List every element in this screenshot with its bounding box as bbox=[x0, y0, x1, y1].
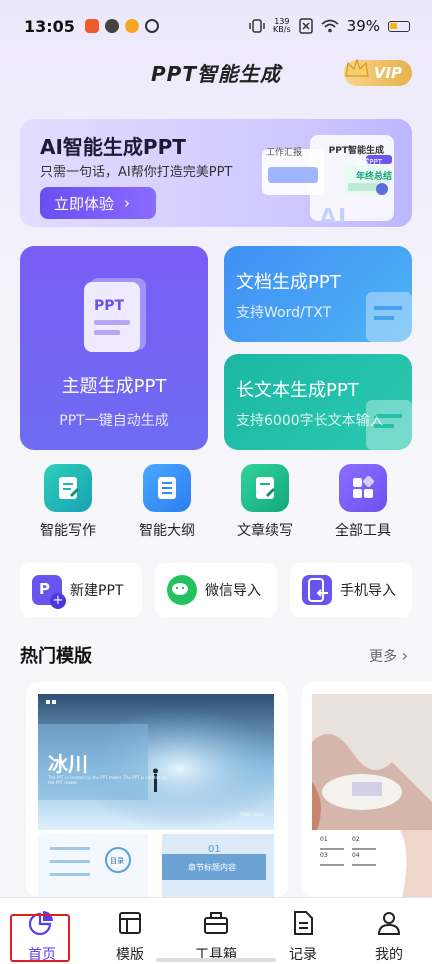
ppt-icon-text: PPT bbox=[94, 298, 125, 314]
mock-title: PPT智能生成 bbox=[328, 146, 384, 156]
vip-label: VIP bbox=[373, 64, 402, 82]
smart-outline-tool[interactable]: 智能大纲 bbox=[127, 464, 207, 540]
mock-tag: 年终总结 bbox=[355, 172, 392, 182]
banner-subtitle: 只需一句话，AI帮你打造完美PPT bbox=[40, 165, 233, 180]
theme-generate-card[interactable]: PPT 主题生成PPT PPT一键自动生成 bbox=[20, 246, 208, 450]
records-document-icon bbox=[294, 911, 313, 935]
status-bar: 13:05 139 KB/s 39% bbox=[0, 0, 432, 52]
smart-writing-label: 智能写作 bbox=[40, 523, 96, 539]
network-speed: 139 KB/s bbox=[273, 17, 291, 34]
template-card-business[interactable]: 01 02 03 04 bbox=[302, 682, 432, 897]
new-ppt-icon: P + bbox=[32, 575, 66, 609]
tab-profile-label: 我的 bbox=[375, 947, 403, 963]
template-number: 02 bbox=[352, 836, 360, 843]
template-layout-icon bbox=[119, 912, 141, 934]
tab-toolbox[interactable]: 工具箱 bbox=[176, 910, 256, 964]
crown-icon bbox=[345, 58, 369, 77]
ppt-file-icon bbox=[84, 278, 146, 352]
template-center-label: 目录 bbox=[110, 857, 124, 865]
toolbox-icon bbox=[204, 912, 228, 934]
smart-outline-label: 智能大纲 bbox=[139, 523, 195, 539]
doc-generate-subtitle: 支持Word/TXT bbox=[236, 305, 332, 321]
more-label: 更多 bbox=[369, 649, 398, 665]
all-tools-label: 全部工具 bbox=[335, 523, 391, 539]
long-text-icon bbox=[366, 400, 412, 450]
banner-title: AI智能生成PPT bbox=[40, 135, 186, 159]
new-ppt-button[interactable]: P + 新建PPT bbox=[20, 563, 142, 617]
tab-templates[interactable]: 模版 bbox=[90, 910, 170, 964]
app-header: PPT智能生成 VIP bbox=[0, 56, 432, 92]
template-logo: YOUR LOGO bbox=[240, 812, 264, 817]
vip-button[interactable]: VIP bbox=[344, 58, 412, 86]
mock-tag: 生成PPT bbox=[355, 158, 382, 166]
wechat-import-button[interactable]: 微信导入 bbox=[155, 563, 277, 617]
phone-import-button[interactable]: 手机导入 bbox=[290, 563, 412, 617]
battery-percent: 39% bbox=[346, 17, 380, 35]
more-templates-link[interactable]: 更多 › bbox=[369, 646, 408, 666]
continue-writing-tool[interactable]: 文章续写 bbox=[225, 464, 305, 540]
long-text-title: 长文本生成PPT bbox=[236, 380, 359, 401]
weibo-icon bbox=[124, 19, 139, 33]
wechat-import-label: 微信导入 bbox=[205, 583, 261, 599]
hot-templates-title: 热门模版 bbox=[20, 646, 92, 667]
template-preview-business bbox=[312, 694, 432, 897]
template-number: 03 bbox=[320, 852, 328, 859]
tab-records[interactable]: 记录 bbox=[263, 910, 343, 964]
no-sim-icon bbox=[298, 18, 313, 34]
smart-writing-tool[interactable]: 智能写作 bbox=[28, 464, 108, 540]
template-number: 01 bbox=[208, 844, 221, 855]
user-icon bbox=[377, 912, 401, 935]
template-desc: The PPT is created by the PPT maker. The… bbox=[48, 775, 167, 785]
notification-app-icon bbox=[144, 19, 159, 33]
selection-highlight bbox=[10, 914, 70, 962]
tab-profile[interactable]: 我的 bbox=[349, 910, 429, 964]
chevron-right-icon: › bbox=[124, 194, 131, 212]
continue-writing-label: 文章续写 bbox=[237, 523, 293, 539]
wifi-icon bbox=[321, 19, 339, 33]
theme-generate-subtitle: PPT一键自动生成 bbox=[59, 413, 169, 429]
promo-banner[interactable]: AI智能生成PPT 只需一句话，AI帮你打造完美PPT 立即体验 › AI PP… bbox=[20, 119, 412, 227]
template-number: 01 bbox=[320, 836, 328, 843]
wechat-icon bbox=[167, 575, 197, 605]
outline-icon bbox=[143, 464, 191, 512]
document-icon bbox=[366, 292, 412, 342]
chevron-right-icon: › bbox=[401, 646, 408, 665]
template-number: 04 bbox=[352, 852, 360, 859]
vibrate-icon bbox=[249, 19, 265, 33]
phone-import-label: 手机导入 bbox=[340, 583, 396, 599]
phone-import-icon bbox=[302, 575, 332, 605]
mock-tag: 工作汇报 bbox=[266, 148, 303, 158]
doc-generate-card[interactable]: 文档生成PPT 支持Word/TXT bbox=[224, 246, 412, 342]
tools-row: 智能写作 智能大纲 文章续写 全部工具 bbox=[0, 464, 432, 548]
svg-text:AI: AI bbox=[318, 202, 346, 223]
template-card-glacier[interactable]: 冰川 The PPT is created by the PPT maker. … bbox=[26, 682, 288, 897]
template-title: 冰川 bbox=[48, 752, 88, 776]
status-time: 13:05 bbox=[24, 16, 75, 36]
all-tools[interactable]: 全部工具 bbox=[323, 464, 403, 540]
doc-generate-title: 文档生成PPT bbox=[236, 272, 341, 293]
continue-icon bbox=[241, 464, 289, 512]
theme-generate-title: 主题生成PPT bbox=[61, 376, 167, 397]
long-text-generate-card[interactable]: 长文本生成PPT 支持6000字长文本输入 bbox=[224, 354, 412, 450]
write-icon bbox=[44, 464, 92, 512]
try-now-label: 立即体验 bbox=[54, 194, 115, 213]
battery-icon bbox=[388, 20, 410, 32]
try-now-button[interactable]: 立即体验 › bbox=[40, 187, 156, 219]
notification-app-icon bbox=[104, 19, 119, 33]
template-chapter: 章节标题内容 bbox=[188, 863, 236, 872]
new-ppt-label: 新建PPT bbox=[70, 583, 124, 599]
import-row: P + 新建PPT 微信导入 手机导入 bbox=[0, 563, 432, 619]
notification-app-icon bbox=[84, 19, 99, 33]
grid-icon bbox=[339, 464, 387, 512]
home-indicator bbox=[156, 958, 276, 962]
template-preview-glacier bbox=[38, 694, 274, 897]
